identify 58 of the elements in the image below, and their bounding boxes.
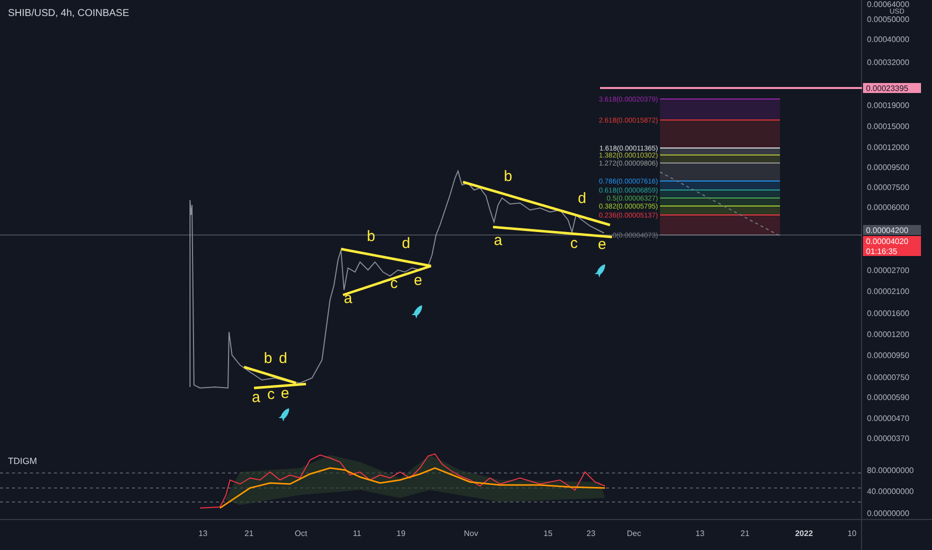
time-tick: 21 [740,529,750,538]
price-badge: 0.00023395 [863,83,921,93]
time-tick: 19 [396,529,406,538]
indicator-title: TDIGM [8,456,37,466]
wave-label: b [264,350,272,367]
time-tick: 11 [352,529,362,538]
wave-label: a [494,232,502,249]
indicator-tick: 40.00000000 [867,487,914,496]
wave-label: e [598,236,606,253]
price-tick: 0.00012000 [867,143,910,152]
price-tick: 0.00019000 [867,101,910,110]
price-tick: 0.00040000 [867,35,910,44]
wave-label: e [280,385,290,402]
price-tick: 0.00002100 [867,287,910,296]
wave-label: b [366,228,376,245]
time-tick: Dec [626,529,642,538]
symbol-title: SHIB/USD, 4h, COINBASE [8,8,130,19]
wave-label: d [278,350,288,367]
wave-label: c [570,235,578,252]
rocket-icon [278,408,290,422]
price-tick: 0.00006000 [867,203,910,212]
price-badge: 0.00004200 [863,225,921,235]
price-tick: 0.00009500 [867,163,910,172]
wave-label: a [344,290,352,307]
indicator-tick: 80.00000000 [867,466,914,475]
price-tick: 0.00000750 [867,373,910,382]
time-tick: 13 [198,529,208,538]
price-tick: 0.00007500 [867,183,910,192]
price-tick: 0.00001600 [867,309,910,318]
time-tick: Oct [294,529,308,538]
time-tick: 23 [586,529,596,538]
time-tick: 15 [544,529,552,538]
price-tick: 0.00015000 [867,122,910,131]
rocket-icon [594,264,606,278]
price-tick: 0.00000950 [867,351,910,360]
price-tick: 0.00000370 [867,434,910,443]
wave-label: d [578,190,586,207]
time-tick: 10 [848,529,856,538]
price-tick: 0.00032000 [867,58,910,67]
wave-label: c [390,275,398,292]
wave-label: c [267,386,275,403]
price-tick: 0.00064000 [867,0,910,9]
price-badge: 0.00004020 01:16:35 [863,236,921,256]
indicator-tick: 0.00000000 [867,509,910,518]
price-tick: 0.00000590 [867,393,910,402]
time-tick: Nov [464,529,478,538]
wave-label: e [414,272,422,289]
price-tick: 0.00050000 [867,15,910,24]
time-tick: 21 [244,529,254,538]
wave-label: b [504,168,512,185]
price-tick: 0.00000470 [867,414,910,423]
price-tick: 0.00002700 [867,266,910,275]
wave-label: a [252,389,260,406]
time-tick: 2022 [795,529,813,538]
wave-label: d [402,235,410,252]
time-tick: 13 [696,529,704,538]
price-tick: 0.00001200 [867,330,910,339]
rocket-icon [412,305,422,318]
